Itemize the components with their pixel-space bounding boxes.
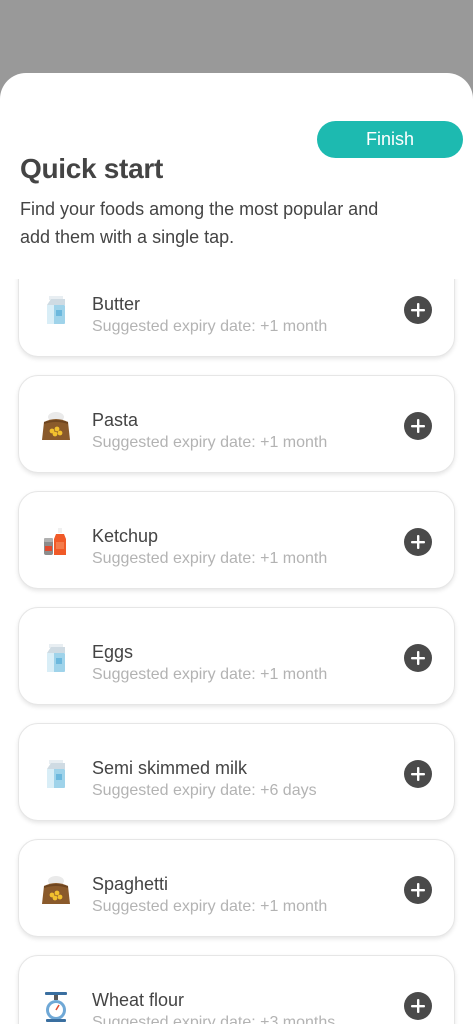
plus-icon (411, 999, 425, 1013)
add-food-button[interactable] (404, 412, 432, 440)
plus-icon (411, 883, 425, 897)
milk-carton-icon (39, 293, 73, 327)
food-expiry: Suggested expiry date: +6 days (92, 782, 317, 799)
food-expiry: Suggested expiry date: +1 month (92, 898, 328, 915)
food-card[interactable]: Pasta Suggested expiry date: +1 month (18, 375, 455, 473)
flour-sack-icon (39, 409, 73, 443)
milk-carton-icon (39, 641, 73, 675)
plus-icon (411, 303, 425, 317)
food-expiry: Suggested expiry date: +1 month (92, 550, 328, 567)
food-expiry: Suggested expiry date: +3 months (92, 1014, 336, 1024)
kitchen-scale-icon (39, 989, 73, 1023)
food-name: Spaghetti (92, 874, 169, 894)
food-name: Semi skimmed milk (92, 758, 248, 778)
food-expiry: Suggested expiry date: +1 month (92, 318, 328, 335)
add-food-button[interactable] (404, 760, 432, 788)
food-card[interactable]: Eggs Suggested expiry date: +1 month (18, 607, 455, 705)
quick-start-sheet: Finish Quick start Find your foods among… (0, 73, 473, 1024)
food-name: Butter (92, 294, 141, 314)
add-food-button[interactable] (404, 644, 432, 672)
add-food-button[interactable] (404, 876, 432, 904)
page-title: Quick start (20, 153, 163, 184)
food-card[interactable]: Semi skimmed milk Suggested expiry date: … (18, 723, 455, 821)
food-card[interactable]: Butter Suggested expiry date: +1 month (18, 279, 455, 357)
plus-icon (411, 535, 425, 549)
food-card[interactable]: Ketchup Suggested expiry date: +1 month (18, 491, 455, 589)
plus-icon (411, 767, 425, 781)
food-list: Butter Suggested expiry date: +1 month Pas… (0, 279, 473, 1024)
food-name: Ketchup (92, 526, 159, 546)
food-expiry: Suggested expiry date: +1 month (92, 434, 328, 451)
food-name: Pasta (92, 410, 139, 430)
food-name: Wheat flour (92, 990, 185, 1010)
milk-carton-icon (39, 757, 73, 791)
food-card[interactable]: Wheat flour Suggested expiry date: +3 mon… (18, 955, 455, 1024)
flour-sack-icon (39, 873, 73, 907)
plus-icon (411, 651, 425, 665)
add-food-button[interactable] (404, 296, 432, 324)
finish-button[interactable]: Finish (317, 121, 463, 158)
add-food-button[interactable] (404, 528, 432, 556)
food-card[interactable]: Spaghetti Suggested expiry date: +1 month (18, 839, 455, 937)
condiment-bottles-icon (39, 525, 73, 559)
plus-icon (411, 419, 425, 433)
food-name: Eggs (92, 642, 134, 662)
add-food-button[interactable] (404, 992, 432, 1020)
food-list-viewport[interactable]: Butter Suggested expiry date: +1 month Pas… (0, 279, 473, 1024)
page-subtitle: Find your foods among the most popular a… (20, 199, 379, 247)
food-expiry: Suggested expiry date: +1 month (92, 666, 328, 683)
